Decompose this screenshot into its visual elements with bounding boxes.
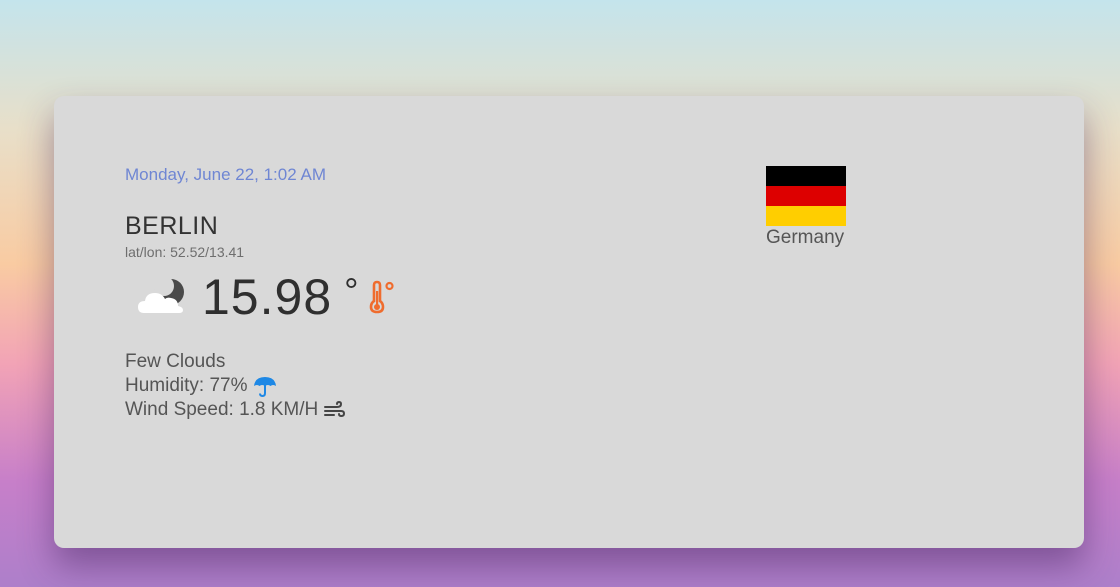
umbrella-icon [253, 377, 276, 397]
date-time: Monday, June 22, 1:02 AM [125, 165, 326, 184]
coordinates: lat/lon: 52.52/13.41 [125, 244, 245, 260]
temperature-unit: ° [344, 270, 359, 311]
thermometer-icon [369, 280, 394, 314]
wind-icon [324, 401, 346, 418]
temperature-row: 15.98 ° [136, 268, 399, 326]
weather-card: Monday, June 22, 1:02 AM BERLIN lat/lon:… [54, 96, 1084, 548]
flag-stripe-gold [766, 206, 846, 226]
humidity-line: Humidity: 77% [125, 374, 345, 398]
condition-line: Few Clouds [125, 350, 345, 374]
temperature-value: 15.98 [202, 269, 333, 325]
cloud-moon-icon [138, 276, 184, 313]
humidity-text: Humidity: 77% [125, 375, 248, 396]
flag-stripe-black [766, 166, 846, 186]
city-name: BERLIN [125, 212, 219, 240]
country-name: Germany [766, 227, 845, 248]
wind-line: Wind Speed: 1.8 KM/H [125, 398, 346, 422]
flag-stripe-red [766, 186, 846, 206]
wind-text: Wind Speed: 1.8 KM/H [125, 399, 319, 420]
condition-text: Few Clouds [125, 351, 226, 372]
country-flag [766, 166, 846, 226]
weather-details: Few Clouds Humidity: 77% Wind Speed: 1.8… [125, 350, 346, 422]
